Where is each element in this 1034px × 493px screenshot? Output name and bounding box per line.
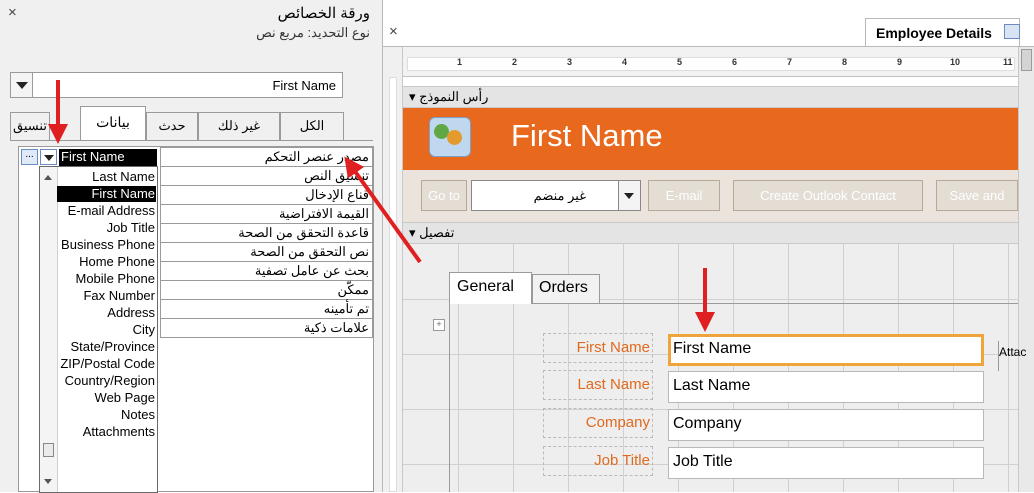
arrow-to-control-source: [344, 156, 422, 264]
annotation-arrows: [48, 80, 715, 332]
